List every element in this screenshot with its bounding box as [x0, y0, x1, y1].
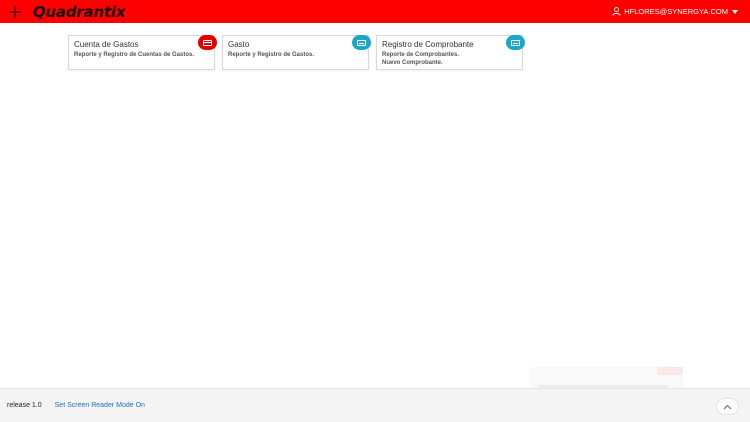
- card-gasto[interactable]: Gasto Reporte y Registro de Gastos.: [222, 35, 371, 70]
- credit-card-icon: [203, 39, 212, 46]
- keyboard-icon: [511, 39, 520, 46]
- screen-reader-mode-link[interactable]: Set Screen Reader Mode On: [55, 402, 145, 409]
- faded-notification-bar: [657, 367, 683, 375]
- card-title: Registro de Comprobante: [382, 40, 474, 49]
- release-version: release 1.0: [7, 402, 42, 409]
- card-description: Reporte de Comprobantes.: [382, 52, 460, 58]
- card-registro-de-comprobante[interactable]: Registro de Comprobante Reporte de Compr…: [376, 35, 525, 70]
- chevron-up-icon: [723, 404, 732, 409]
- footer: release 1.0 Set Screen Reader Mode On: [0, 388, 750, 422]
- card-title: Cuenta de Gastos: [74, 40, 139, 49]
- top-bar: Quadrantix HFLORES@SYNERGYA.COM: [0, 0, 750, 23]
- brand[interactable]: Quadrantix: [0, 0, 126, 23]
- page: Quadrantix HFLORES@SYNERGYA.COM Cuenta d…: [0, 0, 750, 422]
- card-title: Gasto: [228, 40, 250, 49]
- chevron-down-icon: [732, 9, 738, 14]
- card-description: Nuevo Comprobante.: [382, 59, 443, 66]
- app-logo: Quadrantix: [33, 2, 126, 21]
- card-cuenta-de-gastos[interactable]: Cuenta de Gastos Reporte y Registro de C…: [68, 35, 217, 70]
- card-description: Reporte y Registro de Cuentas de Gastos.: [74, 52, 195, 58]
- card-badge: [352, 35, 371, 50]
- card-badge: [506, 35, 525, 50]
- scroll-to-top-button[interactable]: [716, 398, 739, 415]
- user-menu[interactable]: HFLORES@SYNERGYA.COM: [612, 7, 738, 16]
- card-badge: [198, 35, 217, 50]
- user-icon: [612, 7, 621, 16]
- user-email: HFLORES@SYNERGYA.COM: [624, 7, 728, 16]
- menu-cross-icon: [9, 5, 21, 18]
- keyboard-icon: [357, 39, 366, 46]
- card-description: Reporte y Registro de Gastos.: [228, 52, 315, 58]
